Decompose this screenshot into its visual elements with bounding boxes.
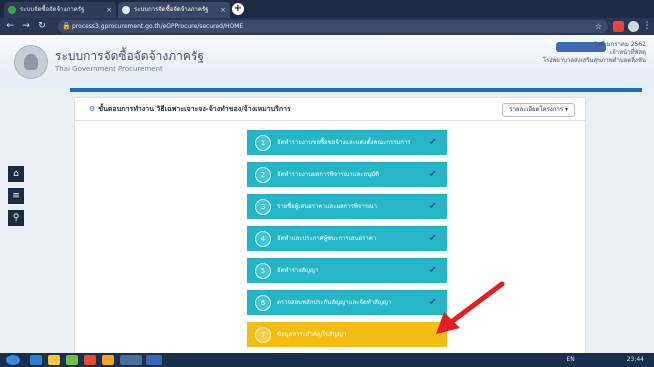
workflow-step-7[interactable]: 7 ข้อมูลสาระสำคัญในสัญญา	[247, 322, 447, 347]
step-number: 3	[255, 199, 271, 215]
user-role: เจ้าหน้าที่พัสดุ	[610, 49, 646, 56]
step-number: 5	[255, 263, 271, 279]
workflow-step-6[interactable]: 6 ตรวจสอบหลักประกันสัญญาและจัดทำสัญญา ✔	[247, 290, 447, 315]
step-number: 7	[255, 327, 271, 343]
government-seal-logo	[14, 45, 48, 79]
panel-header: ⚙ ขั้นตอนการทำงาน วิธีเฉพาะเจาะจง-จ้างทำข…	[75, 98, 585, 121]
back-arrow-icon[interactable]: ←	[4, 20, 16, 32]
browser-taskbar-window[interactable]	[120, 355, 142, 365]
red-arrow-annotation	[436, 281, 505, 334]
workflow-step-5[interactable]: 5 จัดทำร่างสัญญา ✔	[247, 258, 447, 283]
tab-label: ระบบการจัดซื้อจัดจ้างภาครัฐ	[134, 6, 209, 13]
workflow-icon: ⚙	[89, 105, 96, 113]
check-icon: ✔	[428, 233, 437, 244]
site-favicon-icon	[8, 6, 16, 14]
workflow-step-4[interactable]: 4 จัดทำและประกาศผู้ชนะการเสนอราคา ✔	[247, 226, 447, 251]
browser-tab-bar: ระบบจัดซื้อจัดจ้างภาครัฐ × ระบบการจัดซื้…	[0, 0, 654, 18]
panel-title-text: ขั้นตอนการทำงาน วิธีเฉพาะเจาะจง-จ้างทำขอ…	[98, 105, 291, 113]
profile-icon[interactable]	[628, 21, 639, 32]
site-favicon-icon	[122, 6, 130, 14]
start-button-icon[interactable]	[6, 355, 20, 365]
header-divider	[70, 88, 642, 92]
site-title: ระบบการจัดซื้อจัดจ้างภาครัฐ	[55, 49, 204, 63]
step-label: จัดทำรายงานผลการพิจารณาและอนุมัติ	[277, 171, 379, 178]
browser-tab-1[interactable]: ระบบจัดซื้อจัดจ้างภาครัฐ ×	[4, 2, 116, 18]
step-number: 6	[255, 295, 271, 311]
step-label: รายชื่อผู้เสนอราคาและผลการพิจารณา	[277, 203, 377, 210]
language-indicator[interactable]: EN	[567, 356, 575, 363]
site-header: ระบบการจัดซื้อจัดจ้างภาครัฐ Thai Governm…	[0, 35, 654, 87]
menu-icon[interactable]: ≡	[8, 188, 24, 204]
browser-toolbar: ← → ↻ 🔒 process3.gprocurement.go.th/eGPP…	[0, 18, 654, 35]
url-text: process3.gprocurement.go.th/eGPProcure/s…	[72, 23, 244, 30]
os-taskbar: EN 23:44	[0, 353, 654, 367]
user-organization: โรงพยาบาลส่งเสริมสุขภาพตำบลตลิ่งชัน	[542, 57, 646, 64]
step-label: จัดทำและประกาศผู้ชนะการเสนอราคา	[277, 235, 377, 242]
step-number: 4	[255, 231, 271, 247]
step-label: จัดทำรายงานขอซื้อขอจ้างและแต่งตั้งคณะกรร…	[277, 139, 411, 146]
step-label: ตรวจสอบหลักประกันสัญญาและจัดทำสัญญา	[277, 299, 392, 306]
app-taskbar-icon[interactable]	[66, 355, 78, 365]
reload-icon[interactable]: ↻	[36, 20, 48, 32]
workflow-step-1[interactable]: 1 จัดทำรายงานขอซื้อขอจ้างและแต่งตั้งคณะก…	[247, 130, 447, 155]
app-taskbar-icon-2[interactable]	[84, 355, 96, 365]
step-label: ข้อมูลสาระสำคัญในสัญญา	[277, 331, 347, 338]
user-info: วันที่ มกราคม 2562 เจ้าหน้าที่พัสดุ โรงพ…	[543, 41, 646, 65]
address-bar[interactable]: 🔒 process3.gprocurement.go.th/eGPProcure…	[58, 20, 608, 33]
folder-taskbar-icon[interactable]	[48, 355, 60, 365]
check-icon: ✔	[428, 137, 437, 148]
system-tray: EN 23:44	[567, 355, 645, 365]
project-detail-button[interactable]: รายละเอียดโครงการ ▾	[502, 103, 575, 117]
forward-arrow-icon[interactable]: →	[20, 20, 32, 32]
close-tab-icon[interactable]: ×	[220, 2, 226, 18]
clock-text[interactable]: 23:44	[627, 356, 644, 363]
workflow-step-3[interactable]: 3 รายชื่อผู้เสนอราคาและผลการพิจารณา ✔	[247, 194, 447, 219]
arrow-shaft	[443, 281, 505, 329]
extension-icon[interactable]	[613, 21, 624, 32]
tab-label: ระบบจัดซื้อจัดจ้างภาครัฐ	[20, 6, 85, 13]
ie-taskbar-icon[interactable]	[30, 355, 42, 365]
bookmark-star-icon[interactable]: ☆	[595, 20, 602, 33]
check-icon: ✔	[428, 169, 437, 180]
browser-menu-icon[interactable]: ⋮	[641, 20, 653, 32]
close-tab-icon[interactable]: ×	[106, 2, 112, 18]
browser-tab-2[interactable]: ระบบการจัดซื้อจัดจ้างภาครัฐ ×	[118, 2, 230, 18]
search-icon[interactable]: ⚲	[8, 210, 24, 226]
chrome-taskbar-icon[interactable]	[102, 355, 114, 365]
panel-title: ⚙ ขั้นตอนการทำงาน วิธีเฉพาะเจาะจง-จ้างทำข…	[89, 104, 291, 115]
step-number: 1	[255, 135, 271, 151]
site-subtitle: Thai Government Procurement	[55, 65, 163, 73]
user-date: วันที่ มกราคม 2562	[593, 41, 646, 48]
step-label: จัดทำร่างสัญญา	[277, 267, 319, 274]
new-tab-button[interactable]: +	[232, 3, 244, 15]
workflow-step-2[interactable]: 2 จัดทำรายงานผลการพิจารณาและอนุมัติ ✔	[247, 162, 447, 187]
word-taskbar-icon[interactable]	[146, 355, 162, 365]
check-icon: ✔	[428, 201, 437, 212]
lock-icon: 🔒	[62, 22, 71, 30]
home-icon[interactable]: ⌂	[8, 166, 24, 182]
step-number: 2	[255, 167, 271, 183]
